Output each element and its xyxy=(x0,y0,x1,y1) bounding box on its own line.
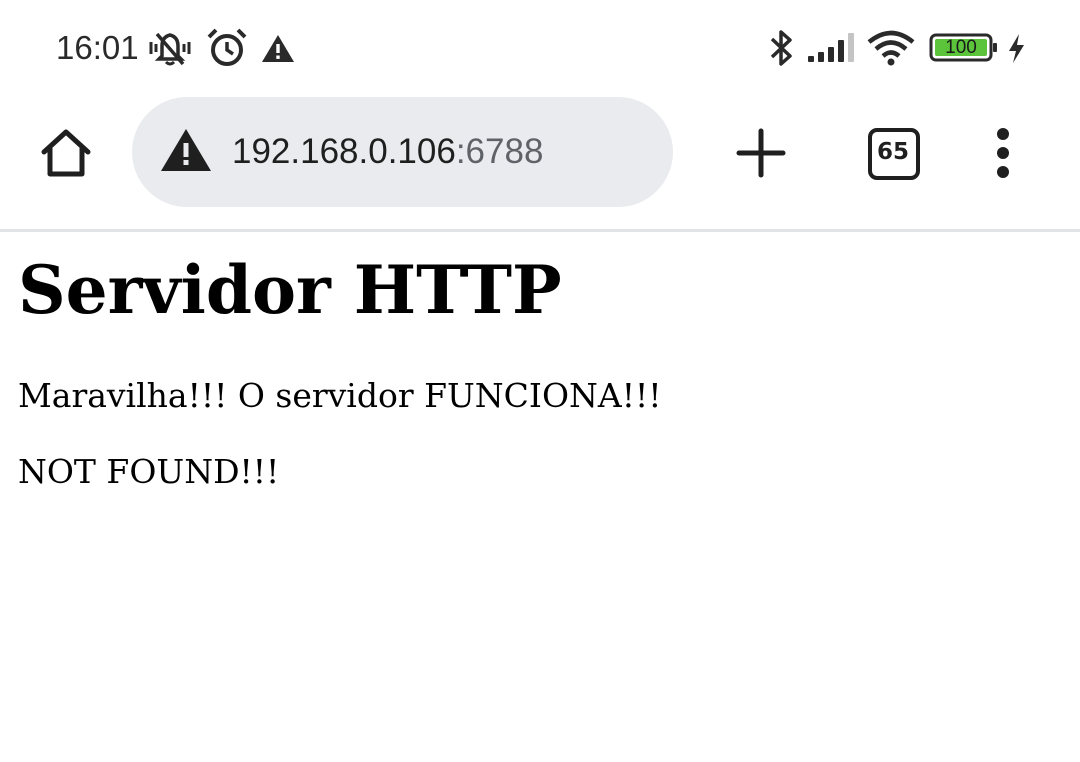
wifi-icon xyxy=(867,30,915,66)
home-icon[interactable] xyxy=(36,124,96,184)
status-time: 16:01 xyxy=(56,29,139,66)
bluetooth-icon xyxy=(770,30,792,66)
not-secure-warning-icon[interactable] xyxy=(160,127,212,173)
muted-notifications-icon xyxy=(149,32,191,66)
new-tab-plus-icon[interactable] xyxy=(734,126,788,180)
page-paragraph: Maravilha!!! O servidor FUNCIONA!!! xyxy=(18,376,662,415)
url-text[interactable]: 192.168.0.106:6788 xyxy=(232,131,543,173)
toolbar-divider xyxy=(0,229,1080,232)
url-host: 192.168.0.106 xyxy=(232,132,456,171)
page-heading: Servidor HTTP xyxy=(18,251,562,329)
warning-icon xyxy=(262,35,294,62)
tab-switcher-button[interactable]: 65 xyxy=(866,126,920,180)
charging-icon xyxy=(1009,34,1024,63)
more-menu-icon[interactable] xyxy=(980,124,1026,182)
cellular-signal-icon xyxy=(808,33,854,62)
page-paragraph: NOT FOUND!!! xyxy=(18,452,280,491)
address-bar[interactable]: 192.168.0.106:6788 xyxy=(132,97,673,207)
url-port: :6788 xyxy=(455,132,544,171)
battery-level: 100 xyxy=(945,37,977,58)
tab-count: 65 xyxy=(876,139,909,165)
status-bar: 16:01 100 xyxy=(0,0,1080,94)
alarm-icon xyxy=(207,28,247,66)
